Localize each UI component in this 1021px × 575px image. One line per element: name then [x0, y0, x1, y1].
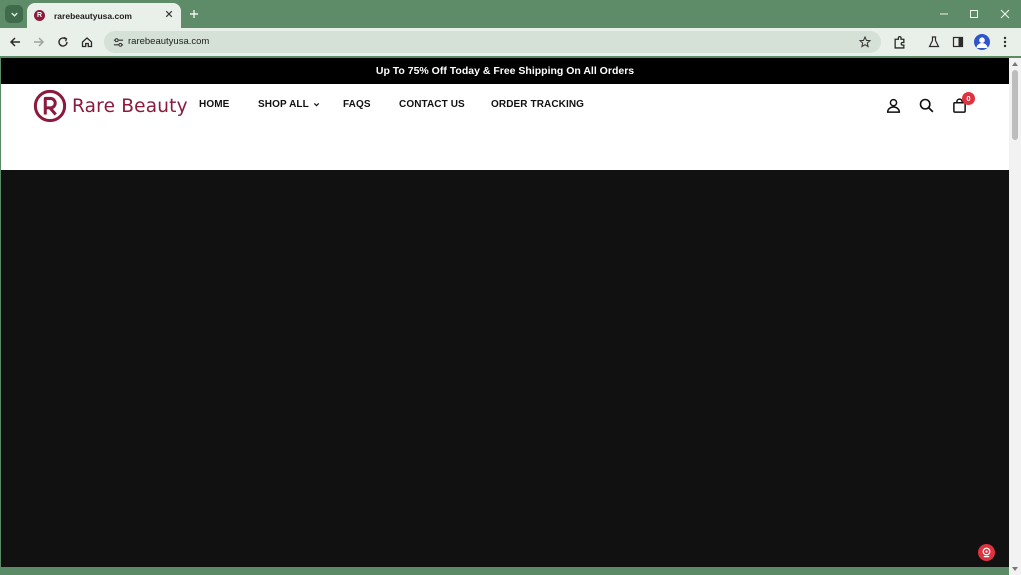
cart-count-badge: 0: [962, 92, 975, 105]
site-info-icon: [113, 37, 123, 47]
reload-icon: [58, 36, 68, 47]
new-tab-button[interactable]: [186, 6, 202, 22]
user-icon: [886, 98, 900, 113]
scroll-down-arrow-icon[interactable]: [1012, 566, 1018, 572]
kebab-menu-icon: [1003, 36, 1007, 48]
tab-title: rarebeautyusa.com: [54, 10, 132, 21]
url-text[interactable]: rarebeautyusa.com: [128, 36, 209, 47]
search-icon: [919, 98, 933, 112]
labs-button[interactable]: [925, 33, 943, 51]
back-button[interactable]: [6, 33, 24, 51]
side-panel-button[interactable]: [949, 33, 967, 51]
extensions-icon: [894, 35, 904, 49]
announcement-bar: Up To 75% Off Today & Free Shipping On A…: [1, 58, 1009, 84]
forward-arrow-icon: [34, 37, 45, 47]
reload-button[interactable]: [54, 33, 72, 51]
star-icon: [859, 36, 871, 48]
nav-shop-all[interactable]: SHOP ALL: [258, 99, 320, 110]
chrome-menu-button[interactable]: [996, 33, 1014, 51]
web-page: Up To 75% Off Today & Free Shipping On A…: [1, 58, 1009, 567]
home-button[interactable]: [78, 33, 96, 51]
nav-order-tracking[interactable]: ORDER TRACKING: [491, 99, 584, 110]
brand-name: Rare Beauty: [72, 95, 188, 117]
hero-banner[interactable]: [1, 170, 1009, 567]
chevron-down-icon: [313, 103, 319, 107]
browser-tab[interactable]: R rarebeautyusa.com: [27, 3, 181, 28]
search-button[interactable]: [917, 96, 935, 114]
tab-strip: R rarebeautyusa.com: [0, 0, 1021, 28]
home-icon: [81, 37, 93, 48]
nav-home[interactable]: HOME: [199, 99, 229, 110]
scroll-up-arrow-icon[interactable]: [1012, 60, 1018, 66]
browser-toolbar: rarebeautyusa.com: [0, 28, 1021, 56]
favicon-icon: R: [34, 10, 45, 21]
site-header: Rare Beauty HOME SHOP ALL FAQS CONTACT U…: [1, 84, 1009, 170]
page-scrollbar[interactable]: [1009, 58, 1021, 575]
close-icon: [165, 10, 173, 18]
address-bar[interactable]: rarebeautyusa.com: [104, 31, 881, 53]
scroll-thumb[interactable]: [1012, 70, 1018, 140]
site-info-button[interactable]: [110, 34, 126, 50]
chat-bubble-icon: [982, 547, 991, 558]
logo-mark-icon: [33, 89, 67, 123]
plus-icon: [190, 10, 198, 18]
browser-window: R rarebeautyusa.com rarebeautyusa.com Up…: [0, 0, 1021, 575]
labs-icon: [928, 36, 940, 48]
account-button[interactable]: [884, 96, 902, 114]
close-window-button[interactable]: [997, 6, 1013, 22]
tab-search-button[interactable]: [5, 5, 23, 23]
close-window-icon: [1000, 9, 1010, 19]
minimize-button[interactable]: [936, 6, 952, 22]
maximize-icon: [970, 10, 978, 18]
minimize-icon: [940, 13, 948, 15]
back-arrow-icon: [9, 37, 20, 47]
brand-logo[interactable]: Rare Beauty: [33, 88, 188, 124]
chevron-down-icon: [10, 12, 18, 17]
chat-widget-button[interactable]: [978, 544, 995, 561]
forward-button[interactable]: [30, 33, 48, 51]
extensions-button[interactable]: [890, 33, 908, 51]
side-panel-icon: [952, 36, 964, 48]
profile-avatar-icon[interactable]: [974, 34, 990, 50]
nav-shop-all-label: SHOP ALL: [258, 99, 309, 110]
maximize-button[interactable]: [966, 6, 982, 22]
tab-close-button[interactable]: [163, 8, 175, 20]
nav-faqs[interactable]: FAQS: [343, 99, 371, 110]
nav-contact-us[interactable]: CONTACT US: [399, 99, 465, 110]
bookmark-button[interactable]: [857, 34, 873, 50]
